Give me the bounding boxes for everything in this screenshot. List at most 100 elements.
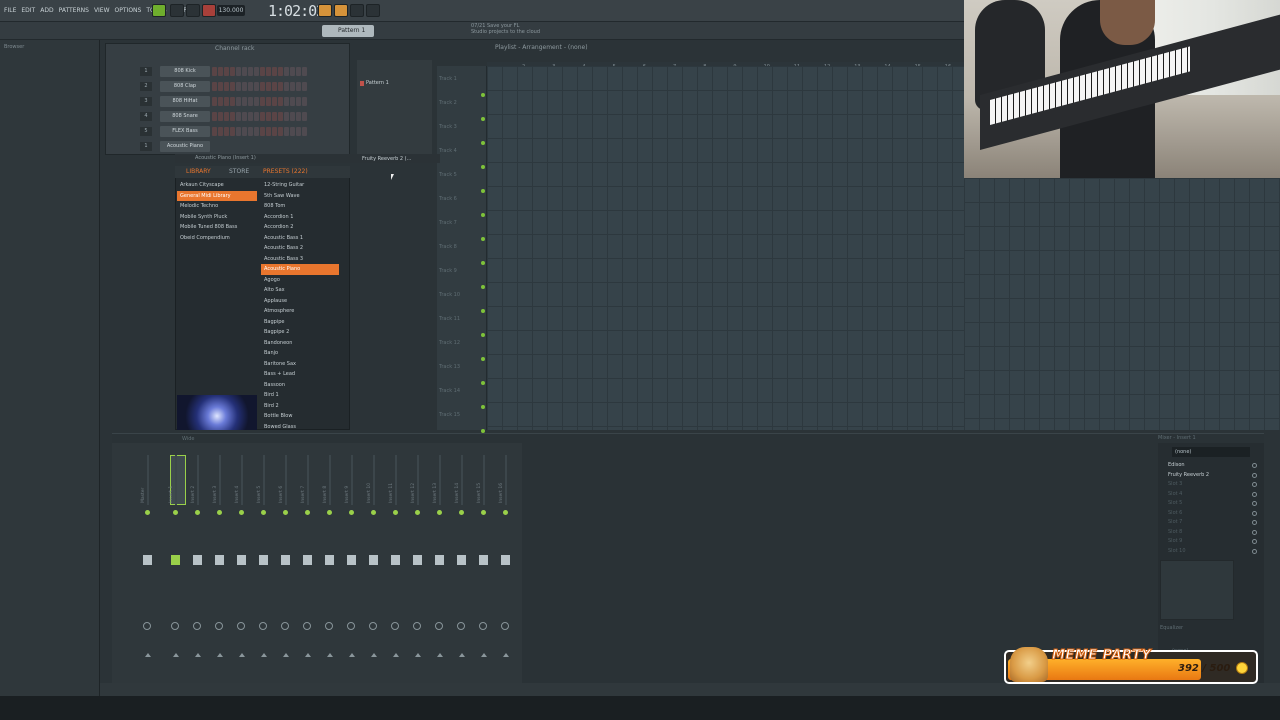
library-collection-item[interactable]: Melodic Techno (177, 201, 257, 212)
insert-eq-graph[interactable] (1160, 560, 1234, 620)
wait-for-input-button[interactable] (334, 4, 348, 17)
track-mute-led[interactable] (481, 141, 485, 145)
insert-slot-led[interactable] (1252, 510, 1257, 516)
mixer-strip[interactable]: Insert 3 (210, 455, 230, 677)
mixer-pan-knob[interactable] (259, 622, 267, 630)
channel-number[interactable]: 1 (140, 142, 152, 151)
preset-item[interactable]: Acoustic Bass 1 (261, 233, 339, 244)
step-button[interactable] (212, 67, 217, 76)
insert-effect-slot[interactable]: Slot 4 (1168, 490, 1250, 499)
preset-item[interactable]: Baritone Sax (261, 359, 339, 370)
preset-item[interactable]: Bowed Glass (261, 422, 339, 433)
mixer-route-arrow[interactable] (217, 653, 223, 657)
mixer-volume-fader[interactable] (435, 555, 444, 565)
channel-name-button[interactable]: Acoustic Piano (160, 141, 210, 152)
record-button[interactable] (202, 4, 216, 17)
step-button[interactable] (236, 112, 241, 121)
step-button[interactable] (266, 127, 271, 136)
mixer-strip[interactable]: Insert 12 (408, 455, 428, 677)
step-button[interactable] (230, 112, 235, 121)
menu-options[interactable]: OPTIONS (115, 5, 142, 17)
mixer-volume-fader[interactable] (391, 555, 400, 565)
menu-patterns[interactable]: PATTERNS (59, 5, 89, 17)
step-button[interactable] (254, 112, 259, 121)
mixer-strip-enable-led[interactable] (195, 510, 200, 515)
track-label[interactable]: Track 14 (439, 388, 460, 394)
mixer-strip[interactable]: Insert 11 (386, 455, 406, 677)
mixer-pan-knob[interactable] (303, 622, 311, 630)
mixer-strip[interactable]: Insert 8 (320, 455, 340, 677)
step-button[interactable] (212, 127, 217, 136)
step-button[interactable] (248, 97, 253, 106)
channel-number[interactable]: 3 (140, 97, 152, 106)
step-button[interactable] (254, 82, 259, 91)
bottom-scrollbar[interactable] (100, 683, 1280, 696)
channel-name-button[interactable]: FLEX Bass (160, 126, 210, 137)
mixer-strip-enable-led[interactable] (371, 510, 376, 515)
step-button[interactable] (290, 67, 295, 76)
insert-slot-led[interactable] (1252, 520, 1257, 525)
mixer-strip[interactable]: Insert 10 (364, 455, 384, 677)
mixer-route-arrow[interactable] (503, 653, 509, 657)
mixer-volume-fader[interactable] (369, 555, 378, 565)
mixer-volume-fader[interactable] (303, 555, 312, 565)
step-button[interactable] (224, 67, 229, 76)
step-button[interactable] (236, 82, 241, 91)
preset-item[interactable]: Acoustic Piano (261, 264, 339, 275)
mixer-strip[interactable]: Insert 16 (496, 455, 516, 677)
step-button[interactable] (296, 97, 301, 106)
mixer-strip-enable-led[interactable] (349, 510, 354, 515)
insert-effect-slot[interactable]: Slot 8 (1168, 528, 1250, 537)
step-button[interactable] (230, 97, 235, 106)
step-button[interactable] (260, 82, 265, 91)
mixer-volume-fader[interactable] (413, 555, 422, 565)
mixer-strip-enable-led[interactable] (283, 510, 288, 515)
step-button[interactable] (230, 67, 235, 76)
step-button[interactable] (278, 112, 283, 121)
step-button[interactable] (260, 67, 265, 76)
browser-header[interactable]: Browser (0, 42, 100, 52)
step-button[interactable] (218, 97, 223, 106)
menu-edit[interactable]: EDIT (21, 5, 35, 17)
step-button[interactable] (284, 112, 289, 121)
track-label[interactable]: Track 9 (439, 268, 457, 274)
step-button[interactable] (290, 97, 295, 106)
reverb-plugin-title[interactable]: Fruity Reeverb 2 (... (362, 156, 411, 162)
menu-add[interactable]: ADD (40, 5, 53, 17)
mixer-strip-enable-led[interactable] (393, 510, 398, 515)
track-mute-led[interactable] (481, 117, 485, 121)
menu-view[interactable]: VIEW (94, 5, 110, 17)
mixer-strip-enable-led[interactable] (327, 510, 332, 515)
mixer-pan-knob[interactable] (193, 622, 201, 630)
mixer-strip-enable-led[interactable] (261, 510, 266, 515)
step-button[interactable] (266, 67, 271, 76)
preset-item[interactable]: Banjo (261, 348, 339, 359)
step-button[interactable] (224, 82, 229, 91)
channel-number[interactable]: 5 (140, 127, 152, 136)
mixer-route-arrow[interactable] (261, 653, 267, 657)
countdown-button[interactable] (350, 4, 364, 17)
mixer-pan-knob[interactable] (457, 622, 465, 630)
step-button[interactable] (254, 127, 259, 136)
insert-slot-led[interactable] (1252, 501, 1257, 506)
mixer-strip[interactable]: Master (138, 455, 158, 677)
insert-slot-led[interactable] (1252, 482, 1257, 487)
insert-effect-slot[interactable]: Edison (1168, 461, 1250, 470)
mixer-strip[interactable]: Insert 9 (342, 455, 362, 677)
mixer-volume-fader[interactable] (171, 555, 180, 565)
mixer-strip-enable-led[interactable] (239, 510, 244, 515)
insert-slot-led[interactable] (1252, 463, 1257, 468)
library-collection-item[interactable]: General Midi Library (177, 190, 257, 201)
mixer-route-arrow[interactable] (145, 653, 151, 657)
step-button[interactable] (284, 82, 289, 91)
pattern-selector[interactable]: Pattern 1 (322, 25, 374, 37)
menu-file[interactable]: FILE (4, 5, 16, 17)
step-button[interactable] (266, 82, 271, 91)
step-button[interactable] (224, 112, 229, 121)
mixer-pan-knob[interactable] (215, 622, 223, 630)
mixer-strip-enable-led[interactable] (173, 510, 178, 515)
mixer-route-arrow[interactable] (327, 653, 333, 657)
mixer-route-arrow[interactable] (437, 653, 443, 657)
preset-item[interactable]: Bird 1 (261, 390, 339, 401)
preset-item[interactable]: Applause (261, 296, 339, 307)
